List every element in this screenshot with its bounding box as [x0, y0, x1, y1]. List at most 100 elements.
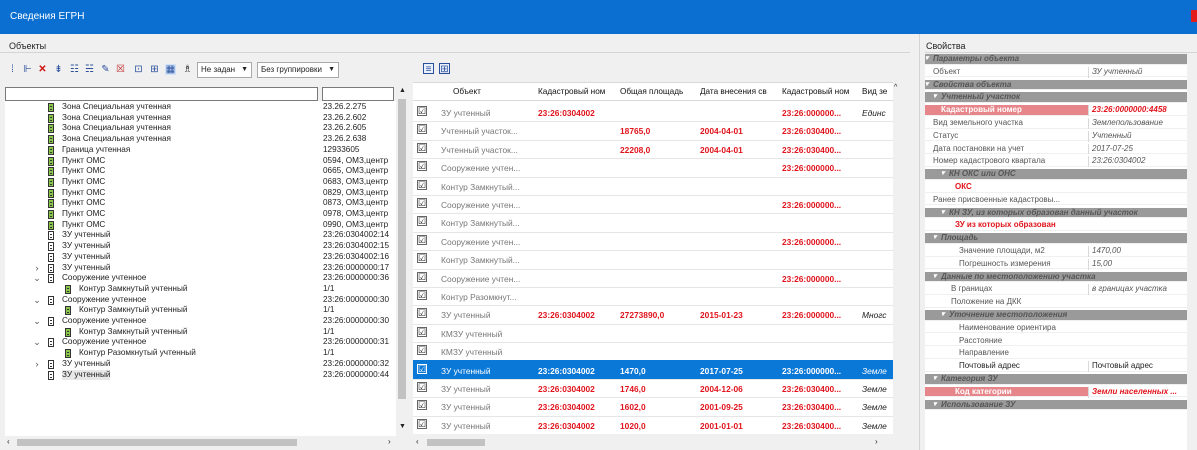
property-row[interactable]: ▾ Уточнение местоположения	[925, 310, 1187, 321]
grid-vertical-scrollbar[interactable]: ^	[893, 82, 903, 434]
column-header[interactable]: Кадастровый ном	[538, 87, 618, 96]
collapse-icon[interactable]: ▾	[933, 374, 937, 385]
collapse-icon[interactable]: ▾	[941, 310, 945, 321]
close-button[interactable]	[1191, 10, 1197, 22]
property-row[interactable]: ОКС	[925, 182, 1187, 193]
grid-row[interactable]: ☑ Сооружение учтен... 23:26:000000...	[413, 231, 893, 252]
column-header[interactable]: Объект	[453, 87, 535, 96]
tree-row[interactable]: Контур Замкнутый учтенный 1/1	[5, 284, 396, 295]
collapse-icon[interactable]: ▾	[933, 233, 937, 244]
collapse-icon[interactable]: ▾	[941, 169, 945, 180]
row-checkbox[interactable]: ☑	[417, 124, 427, 135]
collapse-icon[interactable]: ▾	[941, 208, 945, 219]
scroll-right-icon[interactable]: ›	[388, 437, 391, 446]
property-row[interactable]: ▾ КН ОКС или ОНС	[925, 169, 1187, 180]
grid-view-icon[interactable]: ⊞	[439, 63, 450, 75]
collapse-icon[interactable]: ⌄	[33, 295, 41, 306]
scroll-up-icon[interactable]: ^	[894, 84, 897, 91]
grouping-select[interactable]: Без группировки ▼	[257, 62, 339, 78]
grid-row[interactable]: ☑ Контур Замкнутый...	[413, 212, 893, 233]
property-row[interactable]: Дата постановки на учет 2017-07-25	[925, 143, 1187, 155]
objects-grid[interactable]: ˇ Объект Кадастровый ном Общая площадь Д…	[413, 82, 903, 434]
table-icon[interactable]: ☷	[69, 64, 80, 75]
row-checkbox[interactable]: ☑	[417, 382, 427, 392]
tree-row[interactable]: › ЗУ учтенный 23:26:0000000:17	[5, 263, 396, 274]
column-header[interactable]: Кадастровый ном	[782, 87, 860, 96]
tree-row[interactable]: Пункт ОМС 0829, ОМЗ,центр	[5, 188, 396, 199]
property-row[interactable]: Погрешность измерения 15,00	[925, 258, 1187, 270]
tree-row[interactable]: ⌄ Сооружение учтенное 23:26:0000000:31	[5, 337, 396, 348]
collapse-icon[interactable]: ⌄	[33, 337, 41, 348]
property-row[interactable]: ▾ КН ЗУ, из которых образован данный учас…	[925, 207, 1187, 219]
grid-row[interactable]: ☑ Сооружение учтен... 23:26:000000...	[413, 157, 893, 178]
tree-row[interactable]: ЗУ учтенный 23:26:0304002:16	[5, 252, 396, 263]
property-row[interactable]: Расстояние	[925, 336, 1187, 347]
tree-row[interactable]: ЗУ учтенный 23:26:0304002:14	[5, 230, 396, 241]
objects-tree[interactable]: Зона Специальная учтенная 23.26.2.275 Зона…	[5, 101, 396, 436]
scrollbar-thumb[interactable]	[398, 99, 406, 399]
scrollbar-thumb[interactable]	[427, 439, 485, 446]
binoculars-icon[interactable]: ♗	[182, 64, 193, 75]
grid-row[interactable]: ☑ Сооружение учтен... 23:26:000000...	[413, 268, 893, 288]
tree-row[interactable]: Зона Специальная учтенная 23.26.2.605	[5, 123, 396, 134]
grid-row[interactable]: ☑ КМЗУ учтенный	[413, 323, 893, 344]
grid-row[interactable]: ☑ ЗУ учтенный 23:26:0304002 23:26:000000...…	[413, 102, 893, 123]
collapse-icon[interactable]: ⌄	[33, 273, 41, 284]
grid-row[interactable]: ☑ Контур Замкнутый...	[413, 249, 893, 270]
properties-grid[interactable]: ▾ Параметры объекта Объект ЗУ учтенный ▾ Свой…	[925, 54, 1187, 450]
property-row[interactable]: ▾ Свойства объекта	[925, 79, 1187, 91]
property-row[interactable]: Положение на ДКК	[925, 297, 1187, 308]
property-row[interactable]: Почтовый адрес Почтовый адрес	[925, 361, 1187, 372]
property-row[interactable]: ▾ Данные по местоположению участка	[925, 271, 1187, 283]
scrollbar-thumb[interactable]	[17, 439, 297, 446]
tree-row[interactable]: Граница учтенная 12933605	[5, 145, 396, 156]
tree-row[interactable]: Пункт ОМС 0665, ОМЗ,центр	[5, 166, 396, 177]
property-row[interactable]: Объект ЗУ учтенный	[925, 66, 1187, 78]
grid-row[interactable]: ☑ Контур Разомкнут...	[413, 286, 893, 307]
row-checkbox[interactable]: ☑	[417, 198, 427, 208]
tree-row[interactable]: ЗУ учтенный 23:26:0000000:44	[5, 369, 396, 381]
table-edit-icon[interactable]: ☵	[84, 64, 95, 75]
column-header[interactable]: Общая площадь	[620, 87, 698, 96]
tree-row[interactable]: ЗУ учтенный 23:26:0304002:15	[5, 241, 396, 252]
tree-row[interactable]: ⌄ Сооружение учтенное 23:26:0000000:30	[5, 316, 396, 327]
property-row[interactable]: Значение площади, м2 1470,00	[925, 246, 1187, 257]
collapse-icon[interactable]: ▾	[933, 400, 937, 411]
search-doc-icon[interactable]: ⊡	[133, 64, 144, 75]
collapse-icon[interactable]: ▾	[925, 80, 929, 91]
code-filter-input[interactable]	[322, 87, 394, 101]
column-header[interactable]: Вид зе	[862, 87, 892, 96]
property-row[interactable]: ▾ Использование ЗУ	[925, 399, 1187, 411]
row-checkbox[interactable]: ☑	[417, 106, 427, 116]
row-checkbox[interactable]: ☑	[417, 216, 427, 227]
row-checkbox[interactable]: ☑	[417, 290, 427, 300]
grid-row[interactable]: ☑ ЗУ учтенный 23:26:0304002 1602,0 2001-09-2…	[413, 396, 893, 417]
property-row[interactable]: ЗУ из которых образован	[925, 220, 1187, 232]
tree-row[interactable]: ⌄ Сооружение учтенное 23:26:0000000:36	[5, 273, 396, 284]
delete-icon[interactable]: ✕	[37, 64, 48, 75]
column-header[interactable]: Дата внесения св	[700, 87, 780, 96]
grid-row[interactable]: ☑ Учтенный участок... 18765,0 2004-04-01 23:…	[413, 120, 893, 141]
row-checkbox[interactable]: ☑	[417, 418, 427, 429]
grid-icon[interactable]: ⊞	[149, 64, 160, 75]
tree-row[interactable]: Пункт ОМС 0683, ОМЗ,центр	[5, 177, 396, 188]
property-row[interactable]: Наименование ориентира	[925, 323, 1187, 334]
panel-splitter[interactable]	[919, 34, 920, 450]
name-filter-input[interactable]	[5, 87, 318, 101]
select-icon[interactable]: ⊩	[22, 64, 33, 75]
tree-row[interactable]: Пункт ОМС 0990, ОМЗ,центр	[5, 220, 396, 231]
tree-row[interactable]: Зона Специальная учтенная 23.26.2.275	[5, 102, 396, 113]
row-checkbox[interactable]: ☑	[417, 253, 427, 264]
scroll-up-icon[interactable]: ▲	[399, 87, 406, 94]
row-checkbox[interactable]: ☑	[417, 234, 427, 245]
grid-row[interactable]: ☑ Сооружение учтен... 23:26:000000...	[413, 194, 893, 215]
clear-icon[interactable]: ☒	[115, 64, 126, 75]
property-row[interactable]: ▾ Параметры объекта	[925, 54, 1187, 65]
property-row[interactable]: ▾ Площадь	[925, 233, 1187, 244]
tree-row[interactable]: Пункт ОМС 0873, ОМЗ,центр	[5, 198, 396, 209]
grid-row[interactable]: ☑ ЗУ учтенный 23:26:0304002 1020,0 2001-01-0…	[413, 415, 893, 434]
tree-row[interactable]: Контур Замкнутый учтенный 1/1	[5, 327, 396, 338]
collapse-icon[interactable]: ⌄	[33, 316, 41, 327]
property-row[interactable]: Направление	[925, 348, 1187, 360]
row-checkbox[interactable]: ☑	[417, 326, 427, 337]
